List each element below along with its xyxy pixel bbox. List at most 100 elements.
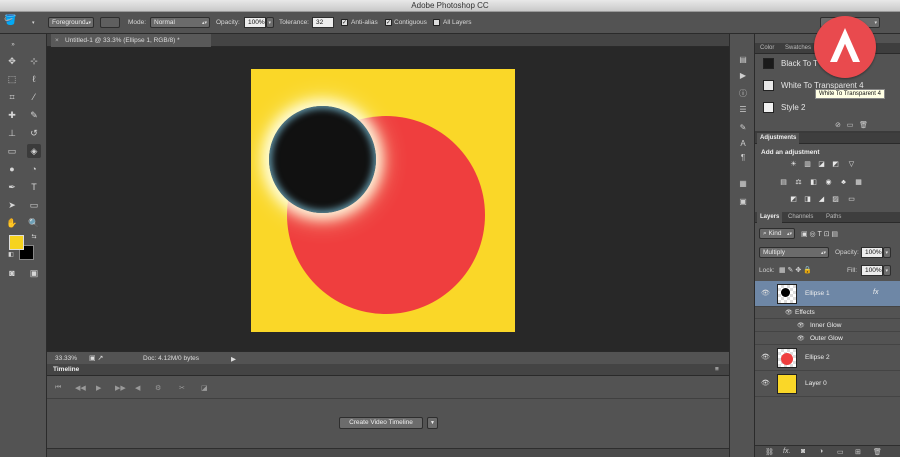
layer-fx-badge[interactable]: fx [873, 289, 878, 296]
blend-mode-dropdown[interactable]: Multiply ▴▾ [759, 247, 829, 258]
canvas-area[interactable] [47, 47, 729, 351]
fill-input[interactable]: 100% [861, 265, 883, 276]
info-icon[interactable]: ⓘ [737, 88, 749, 100]
effect-row-inner-glow[interactable]: 👁 Inner Glow [755, 319, 900, 332]
panel-collapse-icon[interactable]: » [6, 38, 20, 52]
brush-tool-icon[interactable]: ✎ [27, 108, 41, 122]
transition-icon[interactable]: ◪ [201, 384, 208, 392]
channel-mixer-icon[interactable]: ♣ [839, 178, 848, 187]
layer-opacity-slider[interactable]: ▾ [883, 247, 891, 258]
close-icon[interactable]: × [55, 34, 59, 47]
previous-frame-icon[interactable]: ◀◀ [75, 384, 86, 392]
new-group-icon[interactable]: ▭ [837, 448, 844, 456]
contiguous-checkbox[interactable]: ✓ [385, 19, 392, 26]
effect-row-outer-glow[interactable]: 👁 Outer Glow [755, 332, 900, 345]
next-frame-icon[interactable]: ▶▶ [115, 384, 126, 392]
hue-saturation-icon[interactable]: ▤ [779, 178, 788, 187]
levels-icon[interactable]: ▥ [803, 160, 812, 169]
libraries-icon[interactable]: ▣ [737, 196, 749, 208]
blur-tool-icon[interactable]: ● [5, 162, 19, 176]
visibility-eye-icon[interactable]: 👁 [785, 309, 793, 316]
tab-adjustments[interactable]: Adjustments [757, 133, 800, 144]
visibility-eye-icon[interactable]: 👁 [761, 289, 770, 297]
visibility-eye-icon[interactable]: 👁 [761, 379, 770, 387]
visibility-eye-icon[interactable]: 👁 [761, 353, 770, 361]
lock-icons[interactable]: ▦ ✎ ✥ 🔒 [779, 266, 812, 274]
character-icon[interactable]: A [737, 138, 749, 150]
zoom-level[interactable]: 33.33% [55, 355, 77, 362]
healing-brush-tool-icon[interactable]: ✚ [5, 108, 19, 122]
history-icon[interactable]: ▤ [737, 54, 749, 66]
layer-row-ellipse-1[interactable]: 👁 Ellipse 1 fx [755, 281, 900, 307]
status-menu-arrow-icon[interactable]: ▶ [231, 355, 236, 363]
timeline-mode-dropdown[interactable]: ▼ [427, 417, 438, 429]
crop-tool-icon[interactable]: ⌗ [5, 90, 19, 104]
layer-opacity-input[interactable]: 100% [861, 247, 883, 258]
fill-source-dropdown[interactable]: Foreground ▴▾ [48, 17, 94, 28]
tolerance-input[interactable]: 32 [312, 17, 334, 28]
path-selection-tool-icon[interactable]: ➤ [5, 198, 19, 212]
invert-icon[interactable]: ◩ [789, 195, 798, 204]
first-frame-icon[interactable]: ⏮ [55, 384, 61, 392]
properties-icon[interactable]: ☰ [737, 104, 749, 116]
tool-preset-arrow-icon[interactable]: ▾ [32, 17, 35, 29]
lasso-tool-icon[interactable]: ℓ [27, 72, 41, 86]
hand-tool-icon[interactable]: ✋ [5, 216, 19, 230]
selective-color-icon[interactable]: ▨ [831, 195, 840, 204]
add-style-icon[interactable]: fx. [783, 448, 790, 455]
antialias-checkbox[interactable]: ✓ [341, 19, 348, 26]
paint-bucket-tool-icon[interactable]: ◈ [27, 144, 41, 158]
split-icon[interactable]: ✂ [179, 384, 185, 392]
panel-menu-icon[interactable]: ≡ [715, 366, 719, 373]
dodge-tool-icon[interactable]: ◔ [27, 162, 41, 176]
add-mask-icon[interactable]: ◙ [801, 448, 805, 455]
type-tool-icon[interactable]: T [27, 180, 41, 194]
visibility-eye-icon[interactable]: 👁 [797, 335, 805, 342]
screen-mode-icon[interactable]: ▣ [27, 266, 41, 280]
tab-channels[interactable]: Channels [785, 212, 816, 223]
swap-colors-icon[interactable]: ⇆ [27, 230, 41, 244]
vibrance-icon[interactable]: ▽ [847, 160, 856, 169]
status-icons[interactable]: ▣ ↗ [89, 354, 103, 362]
threshold-icon[interactable]: ◢ [817, 195, 826, 204]
effects-row[interactable]: 👁 Effects [755, 307, 900, 319]
tab-layers[interactable]: Layers [757, 212, 783, 223]
zoom-tool-icon[interactable]: 🔍 [27, 216, 41, 230]
eraser-tool-icon[interactable]: ▭ [5, 144, 19, 158]
layer-row-ellipse-2[interactable]: 👁 Ellipse 2 [755, 345, 900, 371]
default-colors-icon[interactable]: ◧ [4, 248, 18, 262]
photo-filter-icon[interactable]: ◉ [824, 178, 833, 187]
layer-filter-dropdown[interactable]: ⌕ Kind ▴▾ [759, 228, 795, 239]
layer-name[interactable]: Layer 0 [805, 380, 827, 387]
black-white-icon[interactable]: ◧ [809, 178, 818, 187]
color-lookup-icon[interactable]: ▦ [854, 178, 863, 187]
mode-dropdown[interactable]: Normal ▴▾ [150, 17, 210, 28]
gradient-map-icon[interactable]: ▭ [847, 195, 856, 204]
new-layer-icon[interactable]: ⊞ [855, 448, 861, 456]
eyedropper-tool-icon[interactable]: ⁄ [27, 90, 41, 104]
document-tab[interactable]: × Untitled-1 @ 33.3% (Ellipse 1, RGB/8) … [51, 34, 211, 47]
layer-row-layer-0[interactable]: 👁 Layer 0 [755, 371, 900, 397]
play-icon[interactable]: ▶ [96, 384, 101, 392]
curves-icon[interactable]: ◪ [817, 160, 826, 169]
layer-filter-icons[interactable]: ▣ ◎ T ⊡ ▤ [801, 230, 838, 238]
delete-layer-icon[interactable]: 🗑 [873, 448, 882, 456]
fill-slider[interactable]: ▾ [883, 265, 891, 276]
style-item[interactable]: Style 2 [755, 97, 900, 119]
rectangle-tool-icon[interactable]: ▭ [27, 198, 41, 212]
pen-tool-icon[interactable]: ✒ [5, 180, 19, 194]
opacity-slider-toggle[interactable]: ▾ [266, 17, 274, 28]
tab-paths[interactable]: Paths [823, 212, 844, 223]
opacity-input[interactable]: 100% [244, 17, 266, 28]
layer-name[interactable]: Ellipse 1 [805, 290, 830, 297]
move-tool-icon[interactable]: ✥ [5, 54, 19, 68]
pattern-picker[interactable] [100, 17, 120, 28]
settings-icon[interactable]: ⚙ [155, 384, 161, 392]
link-layers-icon[interactable]: ⛓ [765, 448, 774, 456]
actions-icon[interactable]: ▶ [737, 70, 749, 82]
marquee-tool-icon[interactable]: ⬚ [5, 72, 19, 86]
create-video-timeline-button[interactable]: Create Video Timeline [339, 417, 423, 429]
styles-footer-icons[interactable]: ⊘ ▭ 🗑 [835, 121, 868, 129]
artboard-tool-icon[interactable]: ⊹ [27, 54, 41, 68]
new-adjustment-icon[interactable]: ◑ [819, 448, 823, 455]
